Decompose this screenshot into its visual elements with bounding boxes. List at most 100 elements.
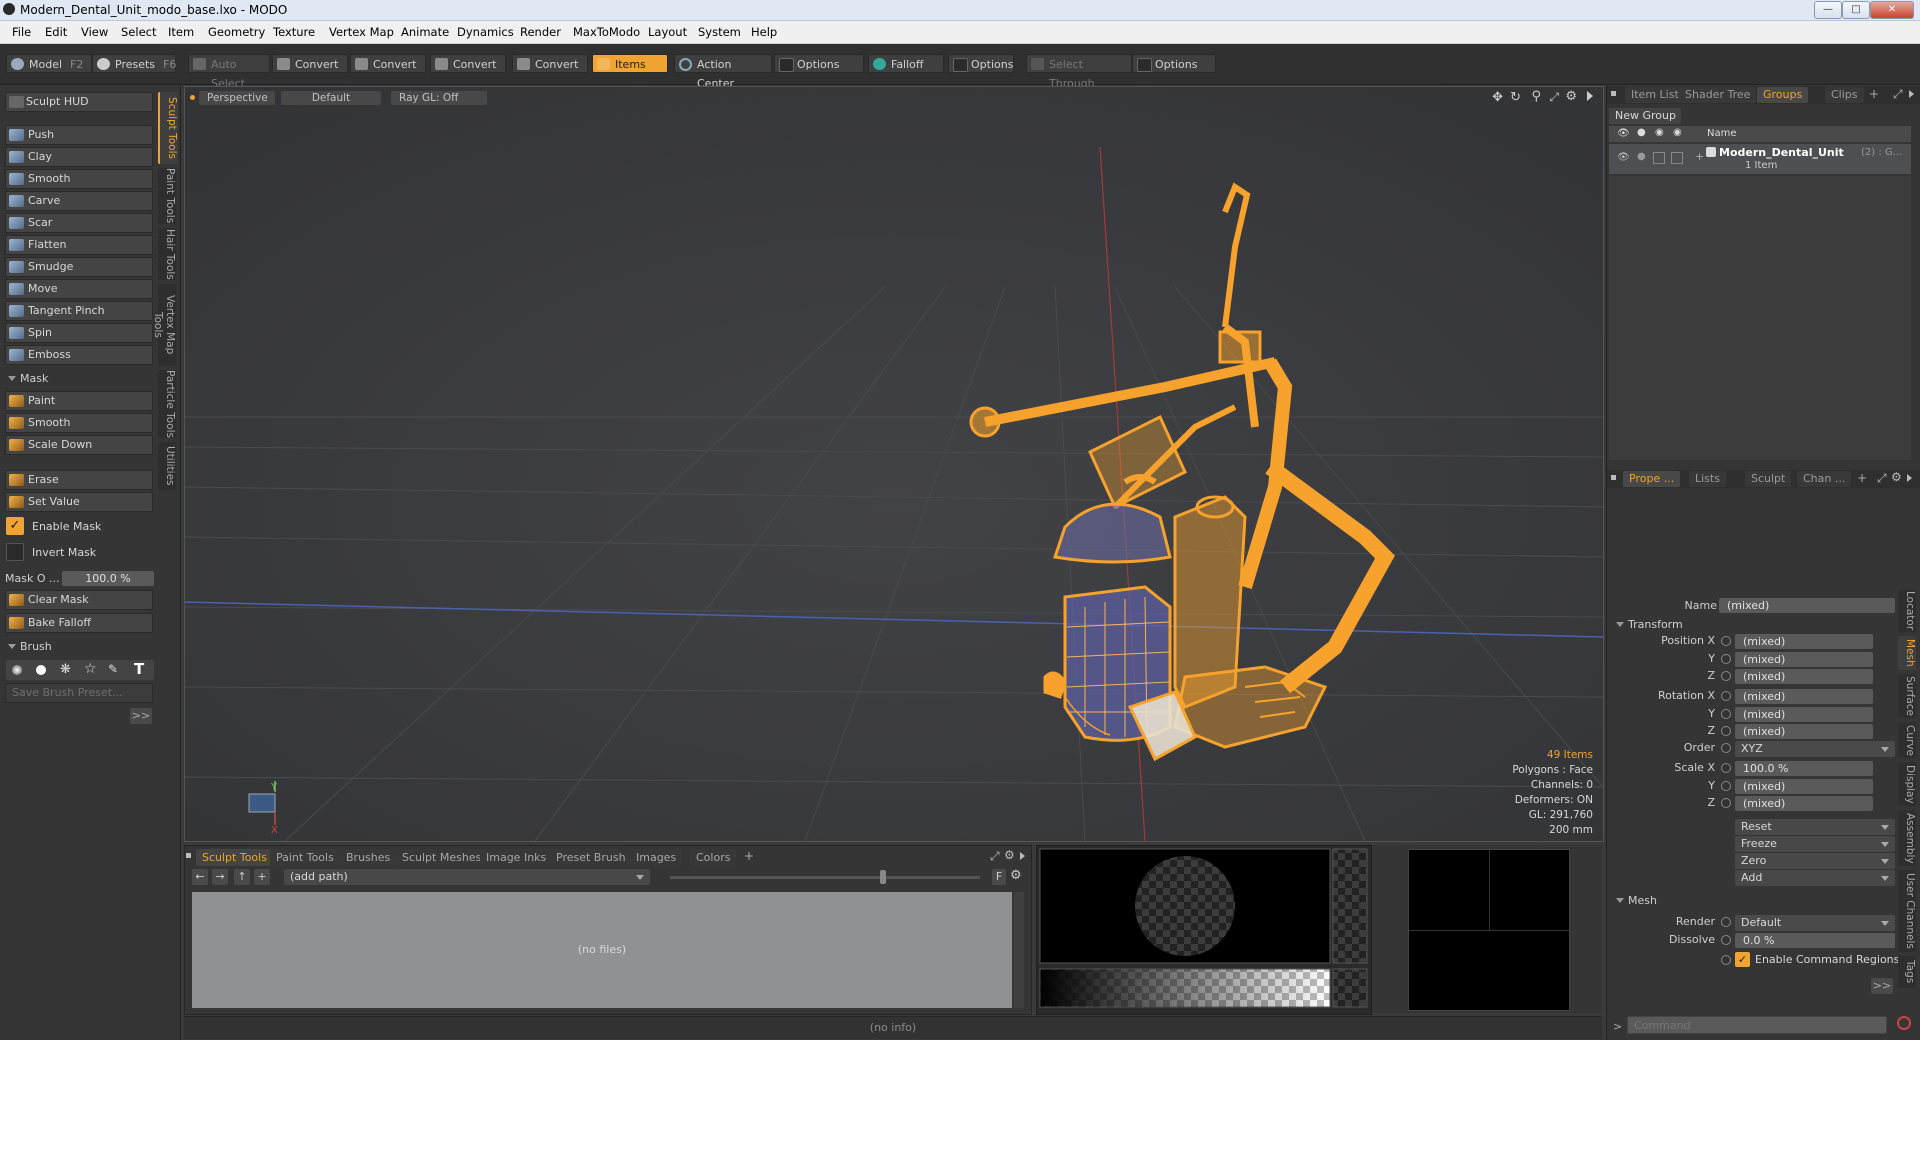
procedural-brush-icon[interactable]: ✎	[108, 662, 118, 676]
scale-z-field[interactable]: (mixed)	[1735, 796, 1873, 811]
auto-select-button[interactable]: Auto Select	[188, 54, 270, 90]
convert-button-2[interactable]: Convert	[350, 54, 426, 73]
groups-add-tab-button[interactable]: +	[1869, 87, 1879, 101]
action-center-button[interactable]: Action Center	[674, 54, 772, 90]
tab-sculpt[interactable]: Sculpt	[1745, 471, 1792, 487]
record-macro-icon[interactable]	[1897, 1016, 1911, 1030]
render-icon[interactable]: ●	[1637, 127, 1646, 138]
select-through-button[interactable]: Select Through	[1026, 54, 1132, 90]
vtab-user-channels[interactable]: User Channels	[1898, 870, 1916, 952]
freeze-dropdown[interactable]: Freeze	[1735, 836, 1895, 852]
properties-menu-arrow-icon[interactable]	[1907, 474, 1912, 482]
render-dropdown[interactable]: Default	[1735, 915, 1895, 931]
zero-dropdown[interactable]: Zero	[1735, 853, 1895, 869]
browser-tab-colors[interactable]: Colors	[690, 849, 737, 866]
model-layout-button[interactable]: Model F2	[6, 54, 92, 73]
groups-maximize-icon[interactable]: ⤢	[1893, 87, 1903, 102]
filter-button[interactable]: F	[992, 869, 1006, 885]
order-keyframe-dot[interactable]	[1721, 743, 1731, 753]
clear-mask-button[interactable]: Clear Mask	[5, 590, 153, 610]
browser-tab-sculpt-tools[interactable]: Sculpt Tools	[196, 849, 273, 866]
tab-channels[interactable]: Chan ...	[1797, 471, 1852, 487]
add-path-plus-icon[interactable]: +	[254, 869, 270, 885]
viewport-shading-button[interactable]: Default	[281, 91, 381, 105]
scale-x-keyframe-dot[interactable]	[1721, 763, 1731, 773]
tool-scar[interactable]: Scar	[5, 213, 153, 233]
convert-button-3[interactable]: Convert	[430, 54, 506, 73]
name-column-header[interactable]: Name	[1707, 128, 1737, 139]
vtab-hair-tools[interactable]: Hair Tools	[158, 228, 176, 280]
browser-add-tab-button[interactable]: +	[744, 849, 754, 863]
tool-smooth[interactable]: Smooth	[5, 169, 153, 189]
menu-maxtomodo[interactable]: MaxToModo	[573, 25, 640, 39]
enable-command-regions-checkbox[interactable]: ✓	[1735, 952, 1750, 967]
dissolve-field[interactable]: 0.0 %	[1735, 933, 1895, 948]
hard-brush-icon[interactable]	[36, 665, 46, 675]
action-center-options-button[interactable]: Options	[774, 54, 864, 73]
vtab-utilities[interactable]: Utilities	[158, 442, 176, 490]
scale-z-keyframe-dot[interactable]	[1721, 798, 1731, 808]
scale-y-keyframe-dot[interactable]	[1721, 781, 1731, 791]
vtab-paint-tools[interactable]: Paint Tools	[158, 168, 176, 224]
render-keyframe-dot[interactable]	[1721, 917, 1731, 927]
menu-animate[interactable]: Animate	[401, 25, 449, 39]
falloff-options-button[interactable]: Options	[948, 54, 1014, 73]
menu-geometry[interactable]: Geometry	[208, 25, 265, 39]
3d-viewport[interactable]: Y X Perspective Default Ray GL: Off ✥ ↻ …	[184, 86, 1604, 842]
browser-maximize-icon[interactable]: ⤢	[990, 849, 1000, 864]
menu-help[interactable]: Help	[751, 25, 777, 39]
position-z-field[interactable]: (mixed)	[1735, 669, 1873, 684]
position-y-keyframe-dot[interactable]	[1721, 654, 1731, 664]
browser-tab-paint-tools[interactable]: Paint Tools	[270, 849, 340, 866]
vtab-assembly[interactable]: Assembly	[1898, 810, 1916, 866]
items-mode-button[interactable]: Items	[592, 54, 668, 73]
browser-tab-preset-brush[interactable]: Preset Brush	[550, 849, 632, 866]
tool-carve[interactable]: Carve	[5, 191, 153, 211]
back-arrow-icon[interactable]: ←	[192, 869, 208, 885]
brush-section-header[interactable]: Brush	[5, 640, 153, 656]
menu-layout[interactable]: Layout	[648, 25, 687, 39]
command-regions-keyframe-dot[interactable]	[1721, 955, 1731, 965]
name-field[interactable]: (mixed)	[1719, 598, 1895, 613]
thumbnail-size-slider[interactable]	[670, 876, 980, 879]
menu-dynamics[interactable]: Dynamics	[457, 25, 514, 39]
mini-viewport[interactable]	[1408, 849, 1570, 1011]
viewport-raygl-button[interactable]: Ray GL: Off	[391, 91, 487, 105]
select-toggle[interactable]	[1671, 152, 1683, 164]
mask-opacity-field[interactable]: 100.0 %	[62, 571, 154, 586]
menu-edit[interactable]: Edit	[45, 25, 67, 39]
command-input[interactable]	[1627, 1016, 1887, 1034]
properties-maximize-icon[interactable]: ⤢	[1877, 471, 1887, 486]
position-x-keyframe-dot[interactable]	[1721, 636, 1731, 646]
viewport-settings-gear-icon[interactable]: ⚙	[1565, 89, 1577, 104]
viewport-menu-arrow-icon[interactable]	[1587, 91, 1593, 101]
vtab-display[interactable]: Display	[1898, 762, 1916, 806]
add-dropdown[interactable]: Add	[1735, 870, 1895, 886]
tab-lists[interactable]: Lists	[1689, 471, 1726, 487]
new-group-button[interactable]: New Group	[1609, 108, 1681, 124]
groups-list-body[interactable]	[1609, 176, 1911, 460]
tool-smudge[interactable]: Smudge	[5, 257, 153, 277]
browser-tab-brushes[interactable]: Brushes	[340, 849, 397, 866]
lock-icon[interactable]: ◉	[1655, 127, 1664, 138]
tool-tangent-pinch[interactable]: Tangent Pinch	[5, 301, 153, 321]
sculpt-hud-button[interactable]: Sculpt HUD	[5, 92, 153, 112]
rotation-z-keyframe-dot[interactable]	[1721, 726, 1731, 736]
invert-mask-checkbox[interactable]	[6, 543, 24, 561]
tab-groups[interactable]: Groups	[1757, 87, 1809, 103]
mesh-section-header[interactable]: Mesh	[1613, 894, 1761, 910]
browser-tab-sculpt-meshes[interactable]: Sculpt Meshes	[396, 849, 488, 866]
mask-section-header[interactable]: Mask	[5, 372, 153, 388]
browser-options-gear-icon[interactable]: ⚙	[1010, 868, 1022, 883]
parent-folder-icon[interactable]: ↑	[234, 869, 250, 885]
vtab-vertex-map-tools[interactable]: Vertex Map Tools	[152, 284, 176, 366]
properties-more-button[interactable]: >>	[1871, 978, 1893, 994]
viewport-scene[interactable]: Y X	[185, 87, 1603, 841]
bake-falloff-button[interactable]: Bake Falloff	[5, 613, 153, 633]
render-icon[interactable]: ●	[1637, 151, 1646, 162]
vtab-particle-tools[interactable]: Particle Tools	[158, 370, 176, 438]
tab-shader-tree[interactable]: Shader Tree	[1679, 87, 1757, 103]
fit-view-icon[interactable]: ⤢	[1549, 90, 1559, 105]
tool-emboss[interactable]: Emboss	[5, 345, 153, 365]
pan-icon[interactable]: ✥	[1492, 90, 1503, 105]
